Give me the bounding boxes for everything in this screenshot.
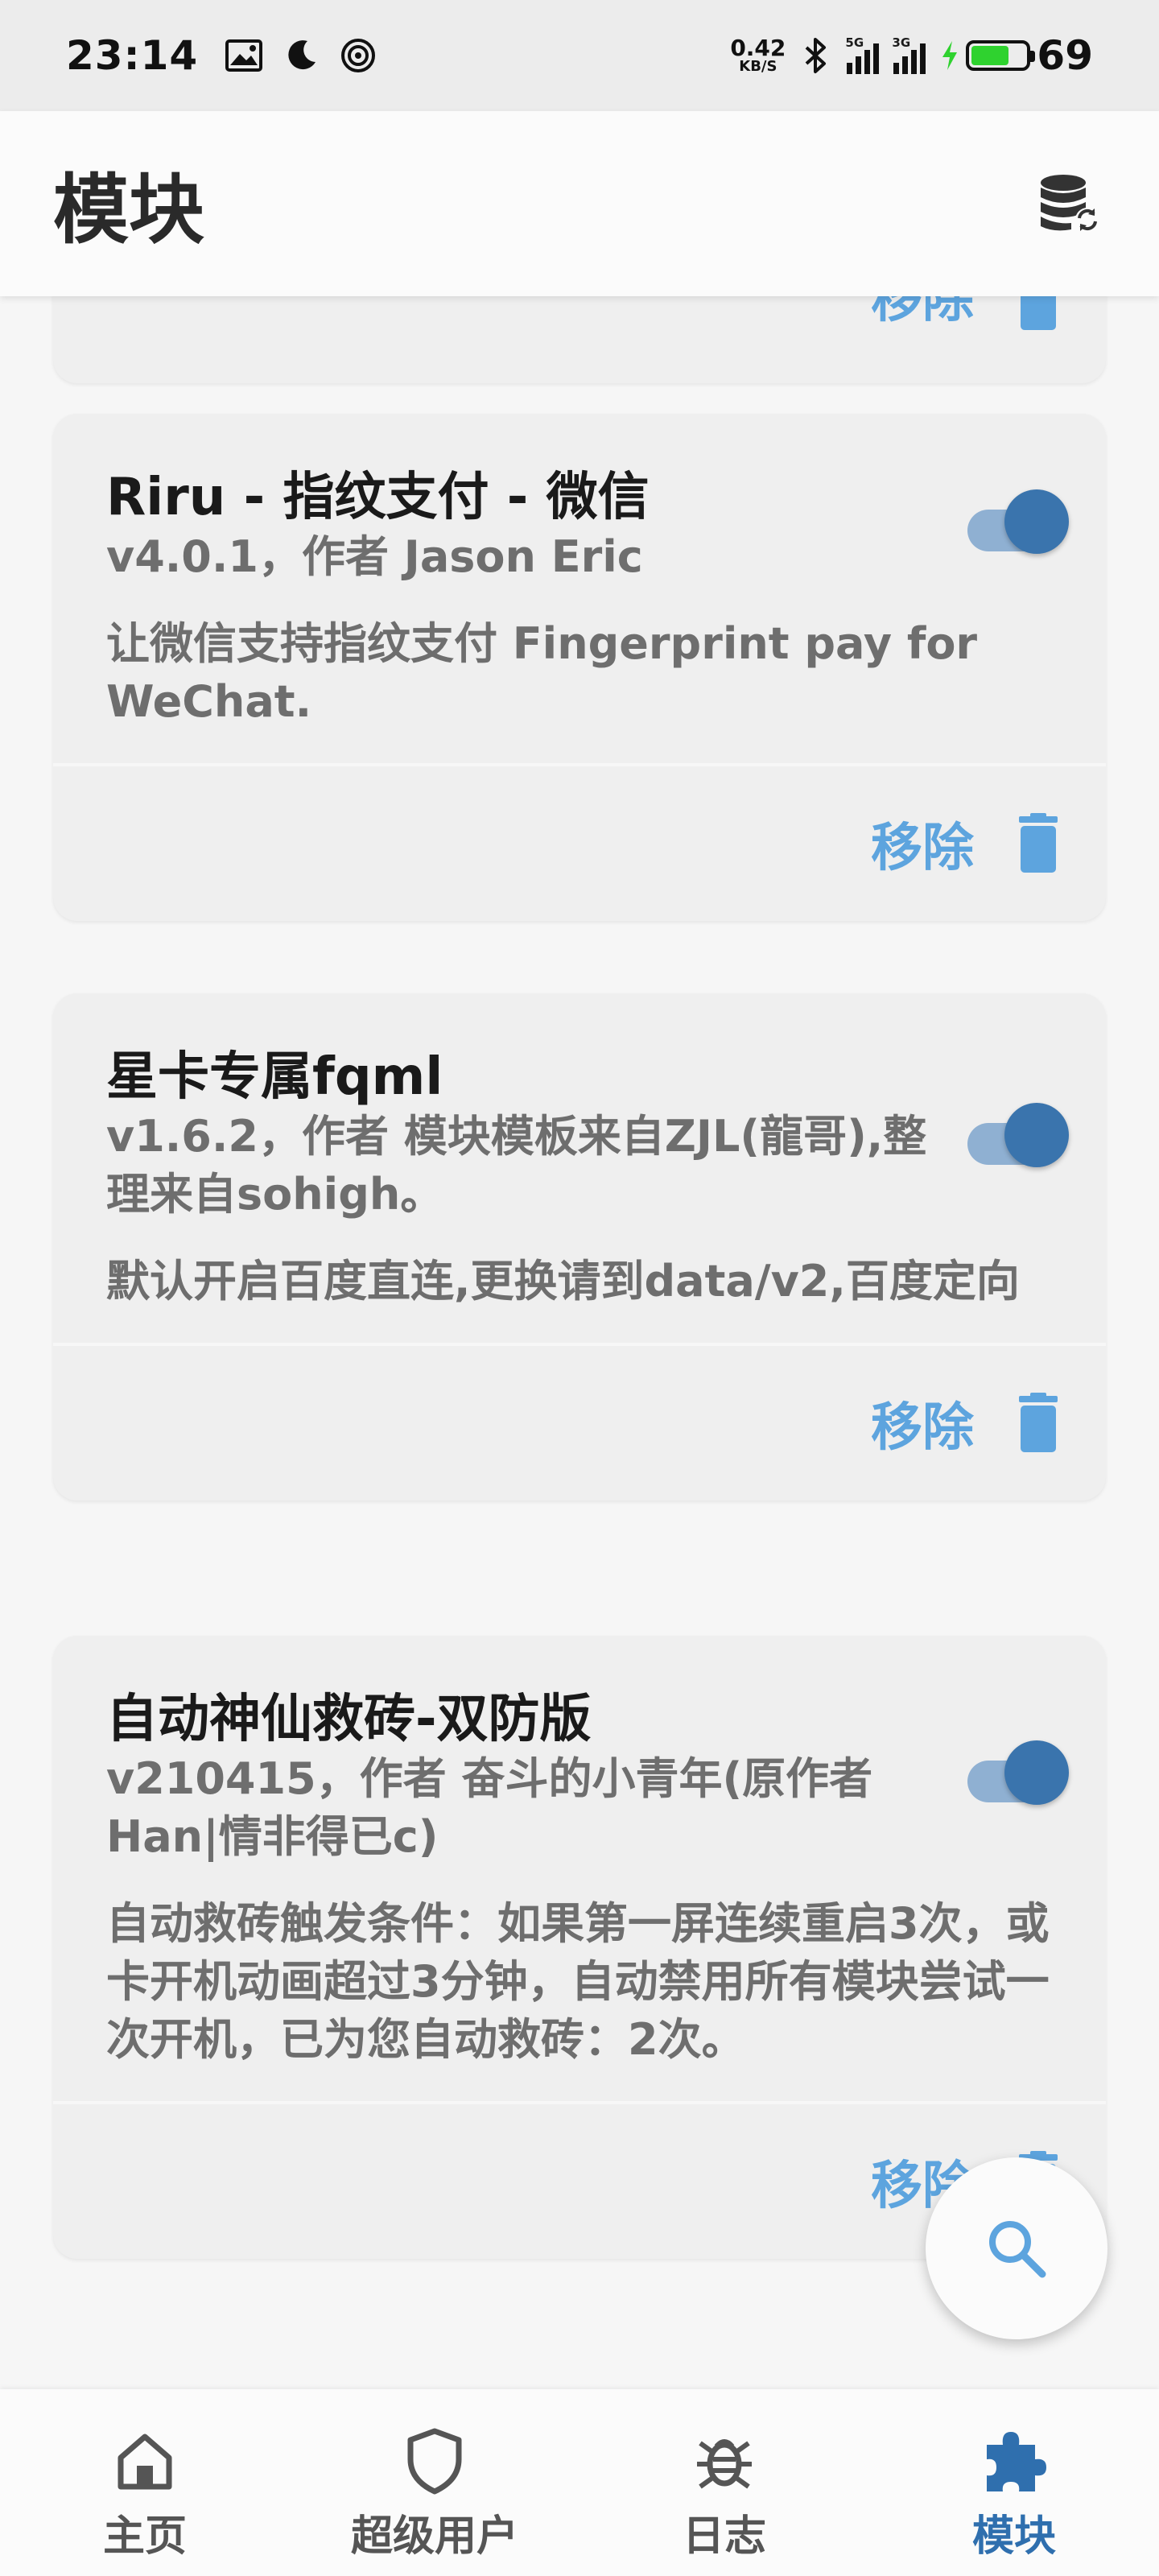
puzzle-icon (987, 2432, 1046, 2491)
network-speed-value: 0.42 (730, 35, 786, 61)
signal-sim1-label: 5G (845, 35, 864, 50)
search-button[interactable] (926, 2157, 1107, 2339)
status-time: 23:14 (66, 32, 199, 79)
module-enable-toggle[interactable] (961, 1740, 1069, 1805)
module-description: 默认开启百度直连,更换请到data/v2,百度定向 (106, 1256, 1020, 1307)
nav-label: 模块 (971, 2512, 1056, 2561)
nav-item-home[interactable]: 主页 (0, 2389, 290, 2576)
signal-sim1-icon: 5G (845, 35, 880, 74)
bottom-navigation: 主页 超级用户 日志 模块 (0, 2389, 1159, 2576)
app-bar: 模块 (0, 111, 1159, 296)
module-version-author: v4.0.1，作者 Jason Eric (106, 531, 643, 582)
module-card-body: Riru - 指纹支付 - 微信 v4.0.1，作者 Jason Eric 让微… (53, 414, 1106, 763)
battery-icon (966, 40, 1036, 71)
module-enable-toggle[interactable] (961, 489, 1069, 554)
module-card-footer: 移除 (53, 766, 1106, 921)
module-version-author: v210415，作者 奋斗的小青年(原作者Han|情非得已c) (106, 1753, 873, 1862)
status-notification-icons (225, 37, 377, 74)
module-card: 星卡专属fqml v1.6.2，作者 模块模板来自ZJL(龍哥),整理来自soh… (53, 993, 1106, 1501)
nav-item-superuser[interactable]: 超级用户 (290, 2389, 580, 2576)
database-sync-button[interactable] (1033, 167, 1106, 240)
network-speed: 0.42 KB/S (730, 37, 786, 74)
hotspot-icon (341, 39, 376, 72)
network-speed-unit: KB/S (739, 58, 777, 75)
module-title: Riru - 指纹支付 - 微信 (106, 468, 650, 527)
nav-label: 主页 (102, 2512, 187, 2561)
nav-label: 日志 (682, 2512, 766, 2561)
module-title: 星卡专属fqml (106, 1047, 443, 1107)
module-card-body: 自动神仙救砖-双防版 v210415，作者 奋斗的小青年(原作者Han|情非得已… (53, 1636, 1106, 2101)
module-description: 自动救砖触发条件：如果第一屏连续重启3次，或卡开机动画超过3分钟，自动禁用所有模… (106, 1898, 1050, 2065)
database-sync-icon (1041, 175, 1099, 232)
remove-button[interactable]: 移除 (871, 807, 974, 881)
nav-item-logs[interactable]: 日志 (580, 2389, 869, 2576)
trash-icon[interactable] (1016, 1393, 1061, 1454)
nav-item-modules[interactable]: 模块 (869, 2389, 1159, 2576)
search-icon (989, 2221, 1046, 2278)
module-card: 自动神仙救砖-双防版 v210415，作者 奋斗的小青年(原作者Han|情非得已… (53, 1636, 1106, 2259)
module-card-footer: 移除 (53, 1346, 1106, 1501)
charging-bolt-icon (942, 41, 958, 70)
module-title: 自动神仙救砖-双防版 (106, 1690, 592, 1749)
module-card-body: 星卡专属fqml v1.6.2，作者 模块模板来自ZJL(龍哥),整理来自soh… (53, 993, 1106, 1343)
moon-icon (288, 40, 316, 70)
module-card-partial: 移除 (53, 296, 1106, 383)
module-version-author: v1.6.2，作者 模块模板来自ZJL(龍哥),整理来自sohigh。 (106, 1111, 927, 1220)
battery-percent: 69 (1037, 32, 1093, 79)
image-notification-icon (225, 39, 263, 72)
module-card: Riru - 指纹支付 - 微信 v4.0.1，作者 Jason Eric 让微… (53, 414, 1106, 921)
home-icon (118, 2434, 172, 2490)
module-description: 让微信支持指纹支付 Fingerprint pay for WeChat. (106, 618, 978, 727)
status-bar: 23:14 0.42 KB/S 5G 3G 69 (0, 0, 1159, 111)
module-enable-toggle[interactable] (961, 1103, 1069, 1167)
page-title: 模块 (53, 167, 205, 254)
shield-icon (407, 2428, 462, 2495)
signal-sim2-label: 3G (892, 35, 911, 50)
nav-label: 超级用户 (350, 2512, 518, 2561)
battery-indicator: 69 (940, 32, 1093, 79)
remove-button[interactable]: 移除 (871, 1386, 974, 1460)
module-list[interactable]: 移除 Riru - 指纹支付 - 微信 v4.0.1，作者 Jason Eric… (0, 296, 1159, 2389)
module-card-footer: 移除 (53, 296, 1106, 383)
bluetooth-icon (806, 38, 827, 73)
remove-button[interactable]: 移除 (871, 296, 974, 332)
trash-icon[interactable] (1016, 296, 1061, 332)
trash-icon[interactable] (1016, 813, 1061, 874)
bug-icon (697, 2439, 752, 2489)
status-system-icons: 0.42 KB/S 5G 3G 69 (730, 32, 1093, 79)
signal-sim2-icon: 3G (892, 35, 926, 74)
